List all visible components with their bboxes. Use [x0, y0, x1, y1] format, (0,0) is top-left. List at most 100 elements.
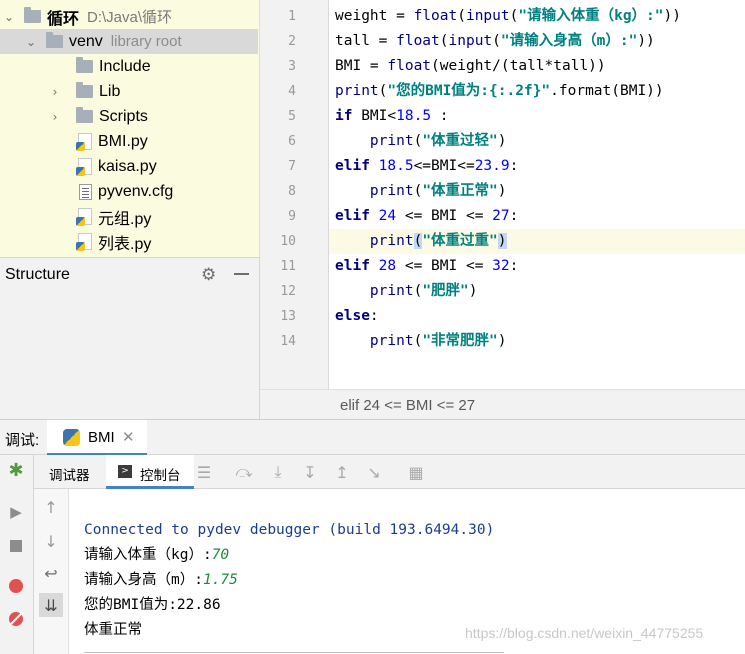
tree-item-label: 列表.py — [98, 235, 152, 253]
folder-icon — [76, 57, 93, 73]
line-number: 2 — [288, 34, 296, 49]
folder-icon — [76, 82, 93, 98]
code-line-8[interactable]: print("体重正常") — [329, 179, 745, 204]
tree-item-include[interactable]: Include — [0, 54, 258, 79]
chevron-down-icon[interactable]: ⌄ — [2, 4, 16, 29]
console-bmi-line: 您的BMI值为:22.86 — [84, 597, 221, 613]
code-line-1[interactable]: weight = float(input("请输入体重（kg）:")) — [329, 4, 745, 29]
python-file-icon — [76, 133, 92, 151]
prompt-text: 请输入身高（m）: — [84, 572, 203, 588]
view-breakpoints-icon[interactable] — [7, 577, 25, 595]
breadcrumb-item[interactable]: elif 24 <= BMI <= 27 — [340, 397, 475, 414]
line-number: 14 — [280, 334, 296, 349]
line-number: 13 — [280, 309, 296, 324]
bug-icon[interactable]: ✱ — [7, 460, 25, 481]
chevron-down-icon[interactable]: ⌄ — [24, 29, 38, 54]
line-number: 5 — [288, 109, 296, 124]
tree-item-label: pyvenv.cfg — [98, 182, 174, 200]
code-editor[interactable]: 1 2 3 4 5 6 7 8 9 10 11 12 13 14 weight … — [260, 0, 745, 389]
debug-label: 调试: — [5, 432, 40, 449]
text-file-icon — [79, 183, 92, 200]
step-out-icon[interactable]: ↥ — [332, 462, 352, 482]
python-file-icon — [76, 208, 92, 226]
close-icon[interactable]: ✕ — [122, 428, 135, 446]
code-line-10[interactable]: print("体重过重") — [329, 229, 745, 254]
tab-console[interactable]: > 控制台 — [106, 455, 194, 489]
line-number: 10 — [280, 234, 296, 249]
console-icon: > — [118, 465, 132, 478]
tree-item-venv[interactable]: ⌄ venv library root — [0, 29, 258, 54]
console-result-line: 体重正常 — [84, 622, 142, 638]
soft-wrap-icon[interactable]: ↩ — [39, 561, 63, 585]
code-line-13[interactable]: else: — [329, 304, 745, 329]
tree-item-liebiao-py[interactable]: 列表.py — [0, 229, 258, 254]
folder-icon — [76, 107, 93, 123]
evaluate-expression-icon[interactable]: ▦ — [406, 462, 426, 482]
tree-item-pyvenv-cfg[interactable]: pyvenv.cfg — [0, 179, 258, 204]
tree-root[interactable]: ⌄ 循环 D:\Java\循环 — [0, 4, 258, 29]
folder-icon — [24, 7, 41, 23]
code-line-7[interactable]: elif 18.5<=BMI<=23.9: — [329, 154, 745, 179]
tree-item-label: BMI.py — [98, 132, 148, 150]
line-number: 4 — [288, 84, 296, 99]
tree-item-label: Include — [99, 57, 151, 75]
tree-item-scripts[interactable]: › Scripts — [0, 104, 258, 129]
divider — [84, 652, 504, 653]
arrow-up-icon[interactable]: ↑ — [39, 495, 63, 519]
code-line-3[interactable]: BMI = float(weight/(tall*tall)) — [329, 54, 745, 79]
console-toolbar: ↑ ↓ ↩ ⇊ — [34, 489, 69, 654]
console-output[interactable]: Connected to pydev debugger (build 193.6… — [69, 489, 745, 654]
minimize-icon[interactable] — [234, 273, 249, 275]
tab-bmi[interactable]: BMI ✕ — [47, 420, 147, 456]
tree-item-label: Scripts — [99, 107, 148, 125]
tree-item-bmi-py[interactable]: BMI.py — [0, 129, 258, 154]
python-file-icon — [76, 233, 92, 251]
tree-item-yuanzu-py[interactable]: 元组.py — [0, 204, 258, 229]
debug-tool-window-header: 调试: BMI ✕ — [0, 419, 745, 456]
run-to-cursor-icon[interactable]: ↘ — [364, 462, 384, 482]
tree-item-label: Lib — [99, 82, 121, 100]
code-line-12[interactable]: print("肥胖") — [329, 279, 745, 304]
stop-icon[interactable] — [7, 537, 25, 555]
library-root-label: library root — [110, 33, 182, 50]
code-line-2[interactable]: tall = float(input("请输入身高（m）:")) — [329, 29, 745, 54]
tree-item-label: kaisa.py — [98, 157, 157, 175]
tree-item-kaisa-py[interactable]: kaisa.py — [0, 154, 258, 179]
tab-debugger[interactable]: 调试器 — [34, 455, 104, 489]
python-icon — [63, 429, 80, 446]
line-number: 7 — [288, 159, 296, 174]
mute-breakpoints-icon[interactable] — [7, 610, 25, 628]
code-line-14[interactable]: print("非常肥胖") — [329, 329, 745, 354]
code-line-4[interactable]: print("您的BMI值为:{:.2f}".format(BMI)) — [329, 79, 745, 104]
tree-item-lib[interactable]: › Lib — [0, 79, 258, 104]
folder-icon — [46, 32, 63, 48]
debug-tabs-row: 调试器 > 控制台 ☰ ⤼ ⤓ ↧ ↥ ↘ ▦ — [34, 455, 745, 489]
line-number: 8 — [288, 184, 296, 199]
step-into-icon[interactable]: ↧ — [300, 462, 320, 482]
line-number: 9 — [288, 209, 296, 224]
gear-icon[interactable]: ⚙ — [201, 265, 216, 285]
code-line-11[interactable]: elif 28 <= BMI <= 32: — [329, 254, 745, 279]
debug-left-toolbar: ✱ ▶ — [0, 455, 34, 654]
console-connected-line: Connected to pydev debugger (build 193.6… — [84, 522, 495, 538]
step-over-icon[interactable]: ⤓ — [268, 462, 288, 482]
code-line-9[interactable]: elif 24 <= BMI <= 27: — [329, 204, 745, 229]
console-prompt-weight: 请输入体重（kg）:70 — [84, 543, 229, 568]
tree-item-label: venv — [69, 32, 103, 50]
line-number: 6 — [288, 134, 296, 149]
arrow-down-icon[interactable]: ↓ — [39, 529, 63, 553]
show-execution-point-icon[interactable]: ⤼ — [234, 462, 254, 482]
line-number: 11 — [280, 259, 296, 274]
code-line-6[interactable]: print("体重过轻") — [329, 129, 745, 154]
menu-icon[interactable]: ☰ — [194, 462, 214, 482]
chevron-right-icon[interactable]: › — [48, 79, 62, 104]
line-number: 1 — [288, 9, 296, 24]
watermark: https://blog.csdn.net/weixin_44775255 — [465, 625, 704, 641]
resume-icon[interactable]: ▶ — [7, 503, 25, 521]
code-line-5[interactable]: if BMI<18.5 : — [329, 104, 745, 129]
chevron-right-icon[interactable]: › — [48, 104, 62, 129]
scroll-to-end-icon[interactable]: ⇊ — [39, 593, 63, 617]
project-tree: ⌄ 循环 D:\Java\循环 ⌄ venv library root Incl… — [0, 0, 260, 257]
tab-label: BMI — [88, 429, 115, 446]
tab-label: 调试器 — [49, 468, 90, 483]
